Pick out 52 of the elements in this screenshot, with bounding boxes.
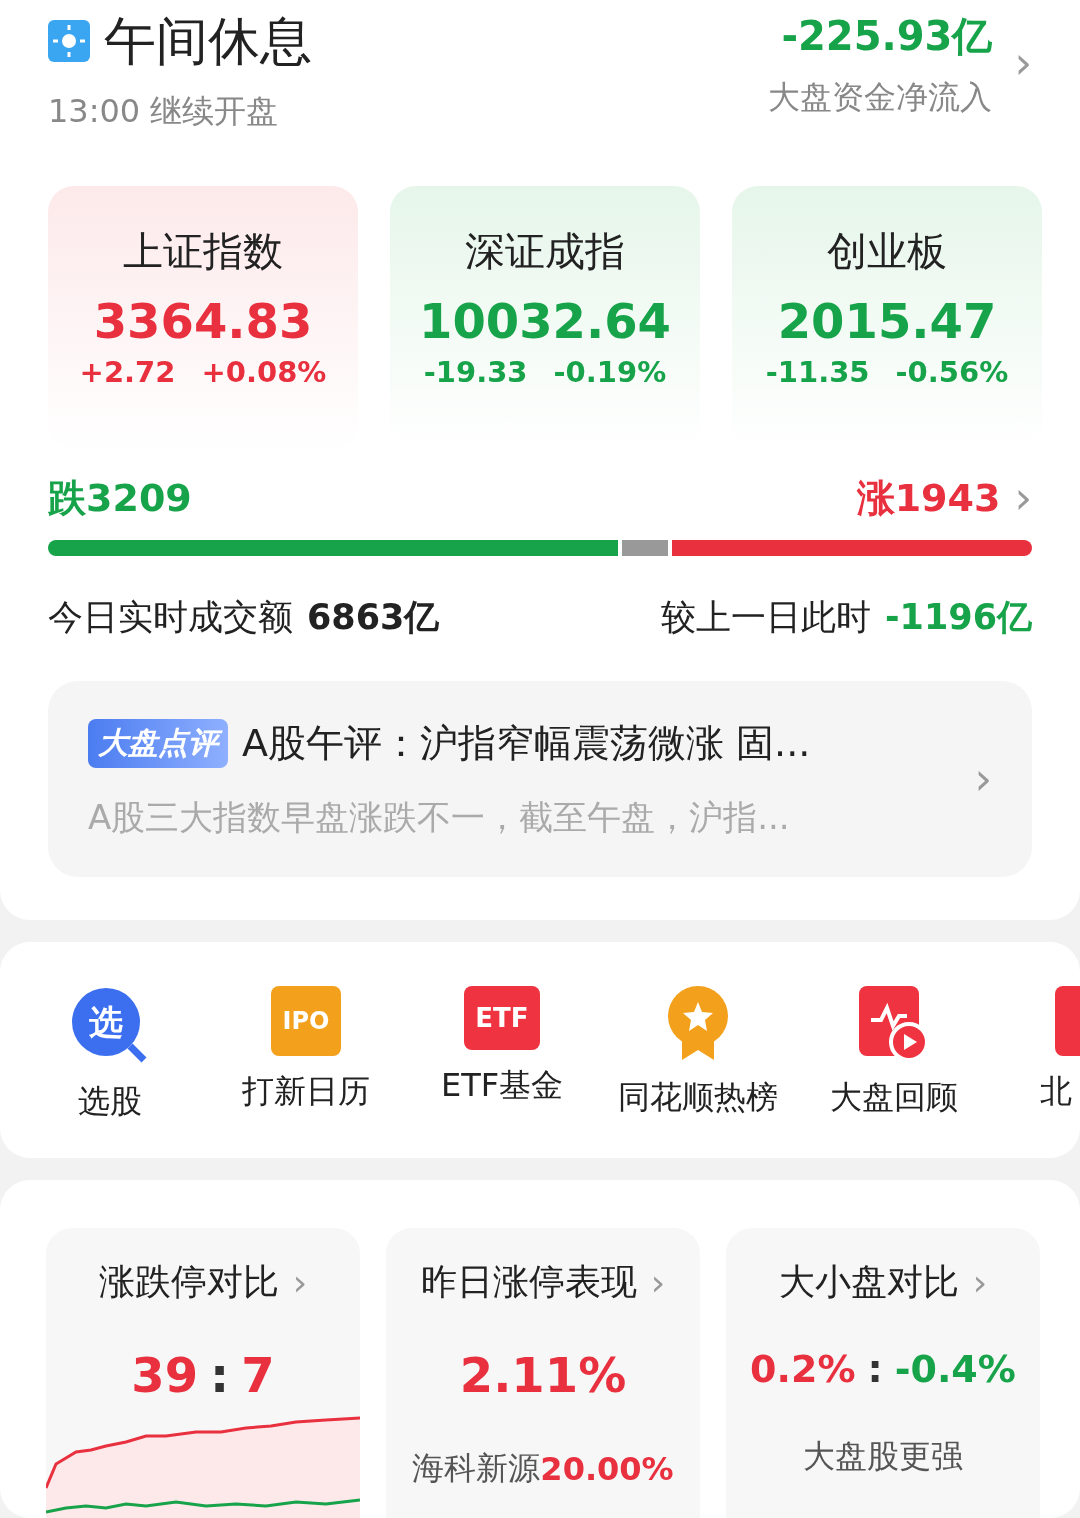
stat-note-value: 20.00% [540,1450,674,1488]
index-value: 3364.83 [93,293,313,349]
news-summary: A股三大指数早盘涨跌不一，截至午盘，沪指... [88,795,791,839]
stat-left-value: 0.2% [750,1347,856,1391]
stat-title: 大小盘对比 [778,1260,959,1304]
stat-value: 2.11% [459,1347,627,1403]
stat-card[interactable]: 涨跌停对比 › 39 : 7 [46,1228,360,1518]
reopen-time: 13:00 继续开盘 [48,91,280,132]
index-change: +2.72 [79,355,176,389]
stat-card[interactable]: 大小盘对比 › 0.2% : -0.4% 大盘股更强 [726,1228,1040,1518]
stat-note: 大盘股更强 [803,1436,963,1477]
shortcut-label[interactable]: 北 [1040,1070,1072,1114]
index-percent: -0.56% [895,355,1009,389]
medal-icon[interactable] [666,986,730,1062]
index-name: 上证指数 [123,227,283,276]
news-card[interactable]: 大盘点评 A股午评：沪指窄幅震荡微涨 固... A股三大指数早盘涨跌不一，截至午盘，沪指... › [48,681,1032,877]
stat-title: 涨跌停对比 [98,1260,279,1304]
commentary-badge: 大盘点评 [88,718,228,768]
shortcut-label[interactable]: ETF基金 [440,1064,564,1108]
index-change: -19.33 [423,355,528,389]
etf-icon[interactable]: ETF [464,986,540,1050]
flat-bar [622,540,668,556]
net-inflow-value: -225.93亿 [781,12,993,61]
ratio-separator: : [210,1347,230,1403]
stat-right-value: -0.4% [894,1347,1016,1391]
stat-card[interactable]: 昨日涨停表现 › 2.11% 海科新源20.00% [386,1228,700,1518]
stat-title: 昨日涨停表现 [420,1260,637,1304]
index-value: 10032.64 [419,293,671,349]
rising-count[interactable]: 涨1943 [856,472,1001,524]
net-inflow-label: 大盘资金净流入 [768,77,993,118]
index-value: 2015.47 [777,293,997,349]
sun-icon [48,20,90,62]
stat-note: 海科新源 [412,1448,541,1489]
index-percent: +0.08% [201,355,327,389]
shortcut-label[interactable]: 打新日历 [242,1070,370,1114]
falling-count: 跌3209 [48,474,192,522]
index-name: 创业板 [827,227,947,276]
index-name: 深证成指 [465,227,625,276]
index-percent: -0.19% [553,355,667,389]
news-title: A股午评：沪指窄幅震荡微涨 固... [242,719,811,767]
turnover-value: 6863亿 [307,596,440,639]
stat-right-value: 7 [241,1347,275,1403]
turnover-label: 今日实时成交额 [48,596,293,639]
ratio-separator: : [867,1347,883,1391]
shortcut-label[interactable]: 同花顺热榜 [618,1076,778,1120]
index-change: -11.35 [765,355,870,389]
shortcut-label[interactable]: 选股 [78,1080,142,1124]
shortcut-label[interactable]: 大盘回顾 [830,1076,958,1120]
stat-left-value: 39 [131,1347,199,1403]
compare-label: 较上一日此时 [661,596,872,639]
compare-value: -1196亿 [885,596,1032,639]
market-status: 午间休息 [104,10,312,73]
